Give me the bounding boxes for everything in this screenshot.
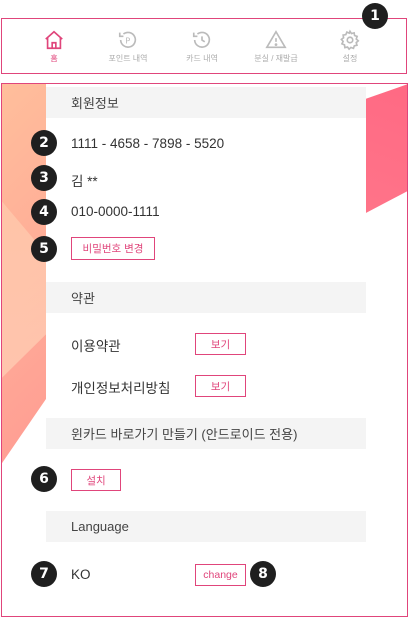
card-number: 1111 - 4658 - 7898 - 5520 [71,136,225,151]
nav-card-history-label: 카드 내역 [186,53,218,63]
nav-card-history[interactable]: 카드 내역 [170,29,234,64]
current-language: KO [71,567,91,582]
warning-icon [265,29,287,48]
gear-icon [340,28,360,50]
main-content-frame: 회원정보 1111 - 4658 - 7898 - 5520 김 ** 010-… [1,83,408,617]
member-info-heading: 회원정보 [46,87,366,118]
install-shortcut-button[interactable]: 설치 [71,469,121,491]
change-language-button[interactable]: change [195,564,246,586]
annotation-badge-5: 5 [31,236,57,262]
card-history-icon [192,31,211,48]
nav-home[interactable]: 홈 [22,29,86,64]
member-name: 김 ** [71,174,98,189]
settings-card: 회원정보 1111 - 4658 - 7898 - 5520 김 ** 010-… [46,84,366,609]
change-password-button[interactable]: 비밀번호 변경 [71,237,155,260]
terms-heading: 약관 [46,282,366,313]
privacy-policy-label: 개인정보처리방침 [71,381,171,396]
annotation-badge-4: 4 [31,199,57,225]
nav-lost-reissue[interactable]: 분실 / 재발급 [244,29,308,64]
annotation-badge-6: 6 [31,466,57,492]
annotation-badge-3: 3 [31,165,57,191]
nav-home-label: 홈 [50,53,58,63]
home-icon [45,30,63,49]
annotation-badge-8: 8 [250,561,276,587]
svg-text:P: P [125,35,130,45]
phone-number: 010-0000-1111 [71,204,160,219]
nav-settings-label: 설정 [342,53,358,63]
nav-settings[interactable]: 설정 [318,28,382,64]
nav-points-history-label: 포인트 내역 [108,53,148,63]
terms-of-use-label: 이용약관 [71,339,121,354]
view-terms-of-use-button[interactable]: 보기 [195,333,246,355]
points-history-icon: P [118,31,137,48]
nav-points-history[interactable]: P 포인트 내역 [96,29,160,64]
annotation-badge-1: 1 [362,3,388,29]
view-privacy-policy-button[interactable]: 보기 [195,375,246,397]
language-heading: Language [46,511,366,542]
shortcut-heading: 윈카드 바로가기 만들기 (안드로이드 전용) [46,418,366,449]
top-nav: 홈 P 포인트 내역 카드 내역 분실 / 재발급 설정 [1,18,407,74]
annotation-badge-7: 7 [31,561,57,587]
annotation-badge-2: 2 [31,130,57,156]
nav-lost-reissue-label: 분실 / 재발급 [254,53,298,63]
